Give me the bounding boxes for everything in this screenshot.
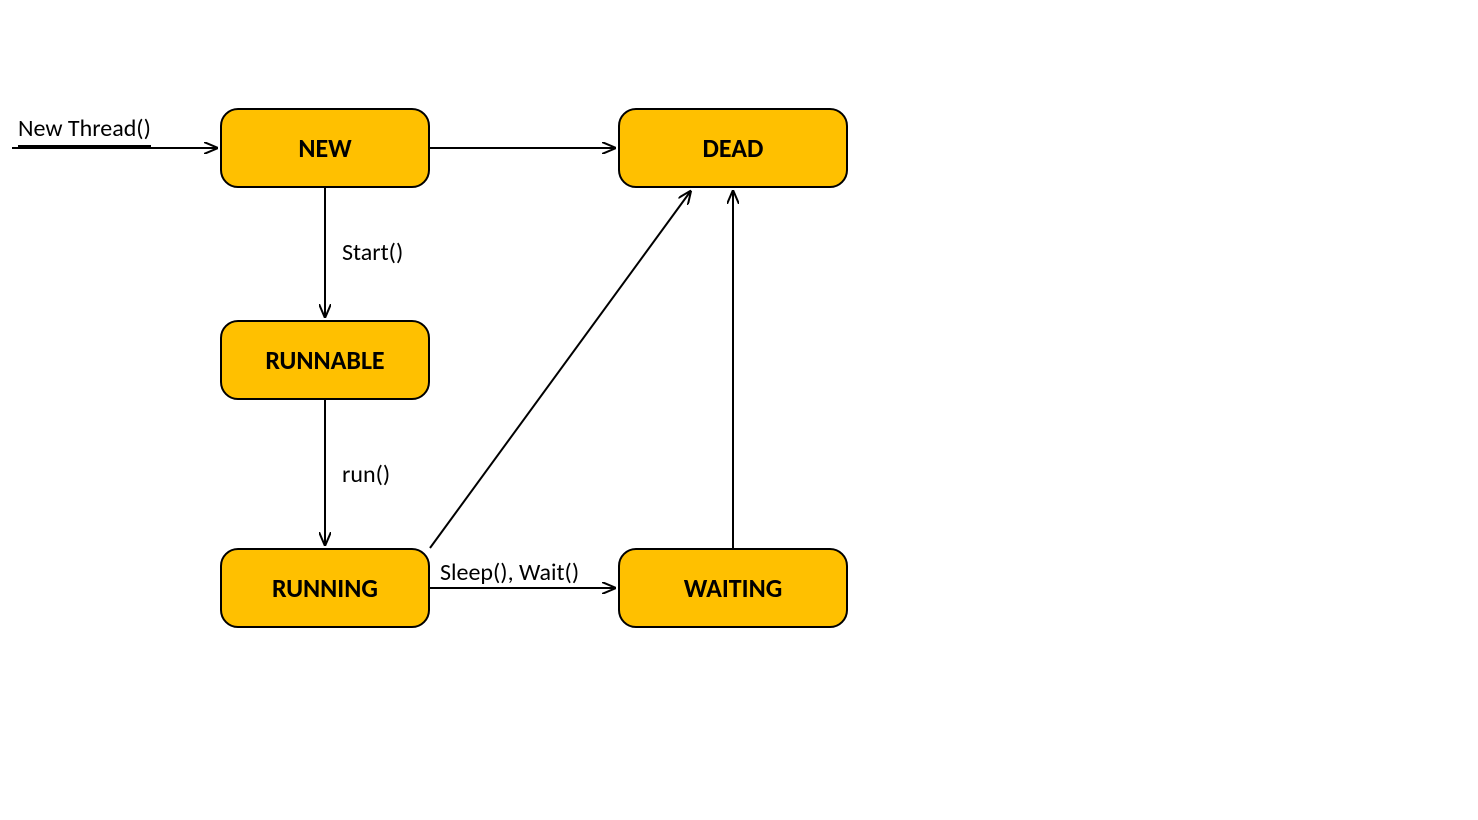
state-waiting-label: WAITING: [684, 572, 783, 604]
edge-label-entry: New Thread(): [18, 114, 151, 147]
state-new: NEW: [220, 108, 430, 188]
edge-label-run: run(): [342, 460, 390, 489]
state-dead-label: DEAD: [703, 132, 764, 164]
state-running-label: RUNNING: [272, 572, 378, 604]
state-runnable-label: RUNNABLE: [265, 344, 384, 376]
state-running: RUNNING: [220, 548, 430, 628]
edge-label-start: Start(): [342, 238, 403, 267]
state-runnable: RUNNABLE: [220, 320, 430, 400]
state-dead: DEAD: [618, 108, 848, 188]
state-new-label: NEW: [298, 132, 351, 164]
state-waiting: WAITING: [618, 548, 848, 628]
edge-label-sleep-wait: Sleep(), Wait(): [440, 558, 579, 587]
arrow-running-to-dead: [430, 192, 690, 548]
